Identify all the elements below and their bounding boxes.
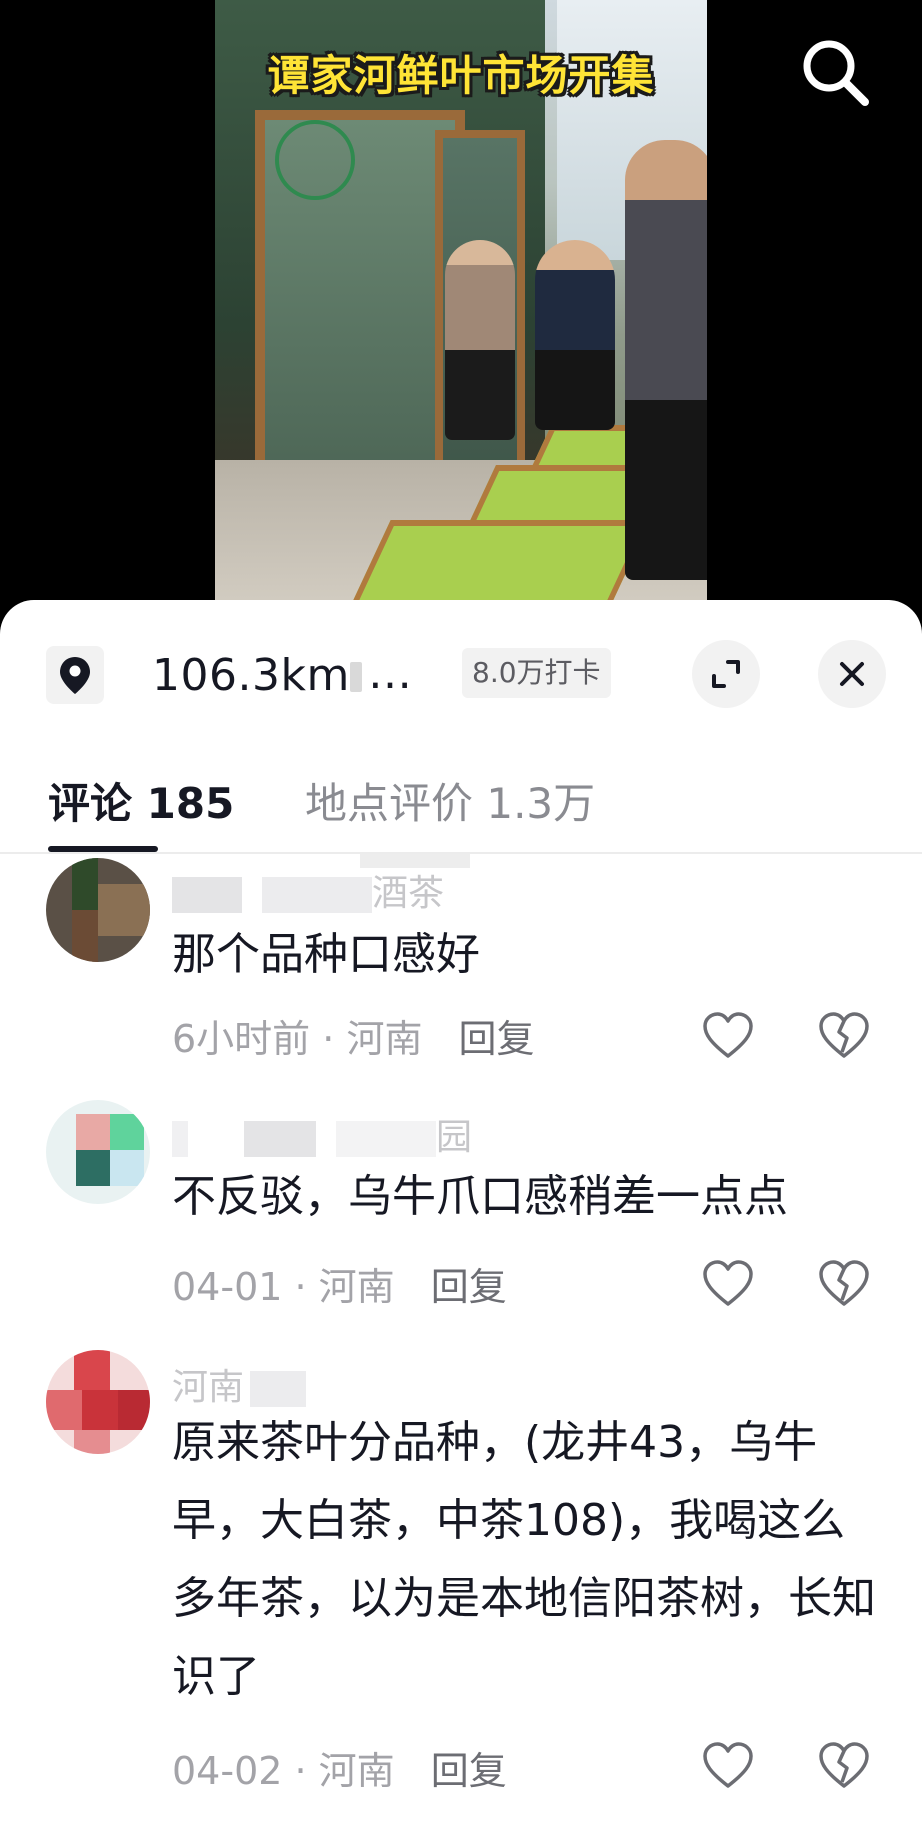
comments-sheet: 106.3km … 8.0万打卡 评论 185 地点评价 1.3万 酒茶 那个品… xyxy=(0,600,922,1833)
meta-separator: · xyxy=(282,1749,319,1793)
comment-time: 6小时前 xyxy=(172,1017,311,1061)
comment-time: 04-02 xyxy=(172,1749,283,1793)
like-button[interactable] xyxy=(700,1008,756,1064)
meta-separator: · xyxy=(282,1265,319,1309)
reply-button[interactable]: 回复 xyxy=(431,1749,507,1793)
meta-separator: · xyxy=(310,1017,347,1061)
close-icon xyxy=(840,662,864,686)
tab-bar: 评论 185 地点评价 1.3万 xyxy=(0,750,922,868)
video-scene-tea-tray xyxy=(339,520,651,610)
expand-button[interactable] xyxy=(692,640,760,708)
comment-meta: 6小时前 · 河南 回复 xyxy=(172,1008,534,1063)
like-button[interactable] xyxy=(700,1256,756,1312)
video-player[interactable]: 谭家河鲜叶市场开集 xyxy=(0,0,922,640)
active-tab-indicator xyxy=(48,846,158,852)
location-bar[interactable]: 106.3km … 8.0万打卡 xyxy=(0,640,922,712)
comment-username[interactable]: 园 xyxy=(172,1108,472,1160)
tab-comments[interactable]: 评论 185 xyxy=(48,770,234,831)
checkin-count-badge: 8.0万打卡 xyxy=(462,648,611,698)
comment-item: 河南 原来茶叶分品种，(龙井43，乌牛早，大白茶，中茶108)，我喝这么多年茶，… xyxy=(0,1350,922,1793)
username-redacted xyxy=(336,1121,436,1157)
comment-item: 酒茶 那个品种口感好 6小时前 · 河南 回复 xyxy=(0,858,922,1108)
username-visible-part: 园 xyxy=(436,1117,473,1158)
video-caption-title: 谭家河鲜叶市场开集 xyxy=(267,51,655,100)
video-scene-person xyxy=(535,240,615,430)
comment-text: 那个品种口感好 xyxy=(172,929,480,980)
broken-heart-icon xyxy=(819,1012,869,1058)
username-redacted xyxy=(172,1121,188,1157)
comment-meta: 04-02 · 河南 回复 xyxy=(172,1740,507,1795)
username-visible-part: 酒茶 xyxy=(372,873,445,914)
location-distance: 106.3km xyxy=(152,650,350,701)
username-redacted xyxy=(244,1121,316,1157)
location-name-ellipsis: … xyxy=(368,648,412,699)
comment-item: 园 不反驳，乌牛爪口感稍差一点点 04-01 · 河南 回复 xyxy=(0,1100,922,1350)
dislike-button[interactable] xyxy=(816,1008,872,1064)
avatar[interactable] xyxy=(46,1100,150,1204)
reply-button[interactable]: 回复 xyxy=(431,1265,507,1309)
video-scene-tea-sign xyxy=(275,120,355,200)
comment-text: 原来茶叶分品种，(龙井43，乌牛早，大白茶，中茶108)，我喝这么多年茶，以为是… xyxy=(172,1417,876,1702)
dislike-button[interactable] xyxy=(816,1738,872,1794)
reply-button[interactable]: 回复 xyxy=(458,1017,534,1061)
video-scene-person xyxy=(445,240,515,440)
location-name-redacted xyxy=(350,662,362,692)
like-button[interactable] xyxy=(700,1738,756,1794)
comment-time: 04-01 xyxy=(172,1265,283,1309)
location-button[interactable] xyxy=(46,646,104,704)
tab-location-reviews[interactable]: 地点评价 1.3万 xyxy=(305,770,595,831)
expand-icon xyxy=(712,660,740,688)
avatar[interactable] xyxy=(46,1350,150,1454)
search-button[interactable] xyxy=(795,32,875,112)
username-visible-part: 河南 xyxy=(172,1367,245,1408)
username-redacted xyxy=(172,877,242,913)
username-redacted xyxy=(262,877,372,913)
broken-heart-icon xyxy=(819,1742,869,1788)
dislike-button[interactable] xyxy=(816,1256,872,1312)
comment-text: 不反驳，乌牛爪口感稍差一点点 xyxy=(172,1171,788,1222)
comment-region: 河南 xyxy=(318,1749,395,1793)
heart-icon xyxy=(703,1260,753,1306)
comment-username[interactable]: 河南 xyxy=(172,1358,307,1410)
comment-meta: 04-01 · 河南 回复 xyxy=(172,1256,507,1311)
close-button[interactable] xyxy=(818,640,886,708)
comment-username[interactable]: 酒茶 xyxy=(172,864,444,916)
broken-heart-icon xyxy=(819,1260,869,1306)
search-icon xyxy=(803,40,869,106)
username-redacted xyxy=(250,1371,307,1407)
heart-icon xyxy=(703,1742,753,1788)
heart-icon xyxy=(703,1012,753,1058)
comment-region: 河南 xyxy=(346,1017,423,1061)
comment-region: 河南 xyxy=(318,1265,395,1309)
location-pin-icon xyxy=(60,657,90,694)
avatar[interactable] xyxy=(46,858,150,962)
video-scene-person xyxy=(625,140,707,580)
